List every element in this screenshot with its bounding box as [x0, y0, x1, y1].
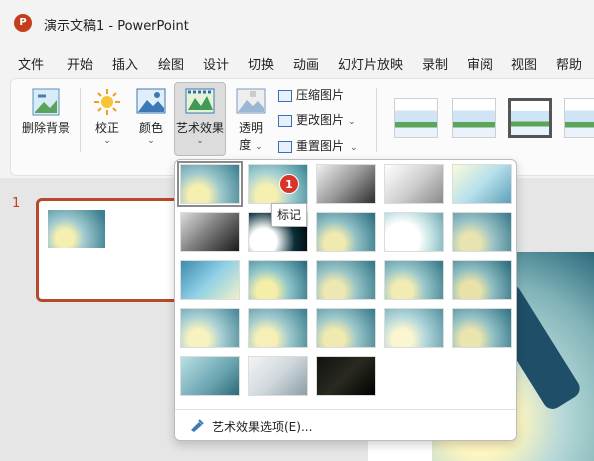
effect-cutout[interactable] — [316, 308, 376, 348]
tab-view[interactable]: 视图 — [511, 54, 537, 73]
chevron-down-icon: ⌄ — [103, 136, 111, 146]
compress-icon — [278, 89, 292, 102]
picture-color-icon — [136, 88, 166, 114]
sun-icon — [94, 89, 120, 115]
change-picture-icon — [278, 114, 292, 127]
picture-style-1[interactable] — [394, 98, 438, 138]
effect-film-grain[interactable] — [452, 308, 512, 348]
powerpoint-logo-icon: P — [14, 14, 32, 32]
effect-mosaic-bubbles[interactable] — [180, 260, 240, 300]
corrections-label: 校正 — [94, 121, 119, 135]
effect-photocopy[interactable] — [384, 308, 444, 348]
effect-watercolor-sponge[interactable] — [248, 356, 308, 396]
tab-transitions[interactable]: 切换 — [248, 54, 274, 73]
transparency-button[interactable]: 透明 度 ⌄ — [234, 88, 268, 153]
corrections-button[interactable]: 校正 ⌄ — [90, 88, 124, 146]
tab-home[interactable]: 开始 — [67, 54, 93, 73]
reset-picture-icon — [278, 140, 292, 153]
artistic-effects-icon — [185, 88, 215, 114]
color-label: 颜色 — [138, 121, 163, 135]
ribbon-separator — [80, 88, 81, 152]
remove-background-icon — [32, 88, 60, 116]
effect-glow-edges[interactable] — [316, 356, 376, 396]
effect-texturizer[interactable] — [384, 260, 444, 300]
effect-light-screen[interactable] — [180, 356, 240, 396]
artistic-options-icon — [191, 419, 204, 432]
compress-label: 压缩图片 — [296, 88, 345, 102]
artistic-effects-label: 艺术效果 — [175, 121, 224, 135]
change-picture-button[interactable]: 更改图片 ⌄ — [278, 110, 356, 130]
effect-pencil-sketch[interactable] — [384, 164, 444, 204]
remove-background-button[interactable]: 删除背景 — [18, 88, 74, 136]
effect-glass[interactable] — [248, 260, 308, 300]
change-picture-label: 更改图片 — [296, 113, 345, 127]
tab-review[interactable]: 审阅 — [467, 54, 493, 73]
tab-record[interactable]: 录制 — [422, 54, 448, 73]
tab-animations[interactable]: 动画 — [293, 54, 319, 73]
transparency-label-2: 度 ⌄ — [239, 138, 263, 152]
menu-divider — [175, 409, 516, 410]
reset-picture-button[interactable]: 重置图片 ⌄ — [278, 136, 358, 156]
remove-background-label: 删除背景 — [21, 121, 70, 135]
effect-none[interactable] — [177, 161, 243, 207]
effect-marker[interactable] — [248, 164, 308, 204]
picture-style-3[interactable] — [508, 98, 552, 138]
slide-thumbnail-picture — [48, 210, 105, 248]
effect-pencil-grayscale[interactable] — [316, 164, 376, 204]
color-button[interactable]: 颜色 ⌄ — [134, 88, 168, 146]
tooltip: 标记 — [271, 203, 307, 227]
chevron-down-icon: ⌄ — [350, 143, 358, 153]
artistic-effects-content[interactable]: 艺术效果 ⌄ — [174, 88, 226, 146]
slide-number: 1 — [12, 196, 21, 211]
tab-file[interactable]: 文件 — [18, 54, 44, 73]
effect-line-drawing[interactable] — [452, 164, 512, 204]
effect-cement[interactable] — [316, 260, 376, 300]
effect-plastic-wrap[interactable] — [248, 308, 308, 348]
tab-slideshow[interactable]: 幻灯片放映 — [338, 54, 403, 73]
title-bar: P 演示文稿1 - PowerPoint — [0, 0, 594, 48]
transparency-icon — [236, 88, 266, 114]
effect-glow-diffused[interactable] — [384, 212, 444, 252]
chevron-down-icon: ⌄ — [196, 136, 204, 146]
picture-style-2[interactable] — [452, 98, 496, 138]
compress-pictures-button[interactable]: 压缩图片 — [278, 85, 344, 105]
tab-insert[interactable]: 插入 — [112, 54, 138, 73]
effect-blur[interactable] — [452, 212, 512, 252]
effect-chalk-sketch[interactable] — [180, 212, 240, 252]
picture-style-4[interactable] — [564, 98, 594, 138]
chevron-down-icon: ⌄ — [255, 142, 263, 152]
tab-draw[interactable]: 绘图 — [158, 54, 184, 73]
tab-design[interactable]: 设计 — [203, 54, 229, 73]
menu-bar: 文件 开始 插入 绘图 设计 切换 动画 幻灯片放映 录制 审阅 视图 帮助 — [0, 50, 594, 76]
ribbon-separator — [376, 88, 377, 152]
reset-picture-label: 重置图片 — [296, 139, 345, 153]
chevron-down-icon: ⌄ — [348, 117, 356, 127]
transparency-label: 透明 — [238, 121, 263, 135]
effect-paint-brush[interactable] — [316, 212, 376, 252]
artistic-effects-options[interactable]: 艺术效果选项(E)... — [212, 418, 312, 435]
effect-crisscross-etching[interactable] — [452, 260, 512, 300]
window-title: 演示文稿1 - PowerPoint — [44, 19, 189, 34]
step-badge: 1 — [279, 174, 299, 194]
effect-pastels-smooth[interactable] — [180, 308, 240, 348]
tab-help[interactable]: 帮助 — [556, 54, 582, 73]
chevron-down-icon: ⌄ — [147, 136, 155, 146]
